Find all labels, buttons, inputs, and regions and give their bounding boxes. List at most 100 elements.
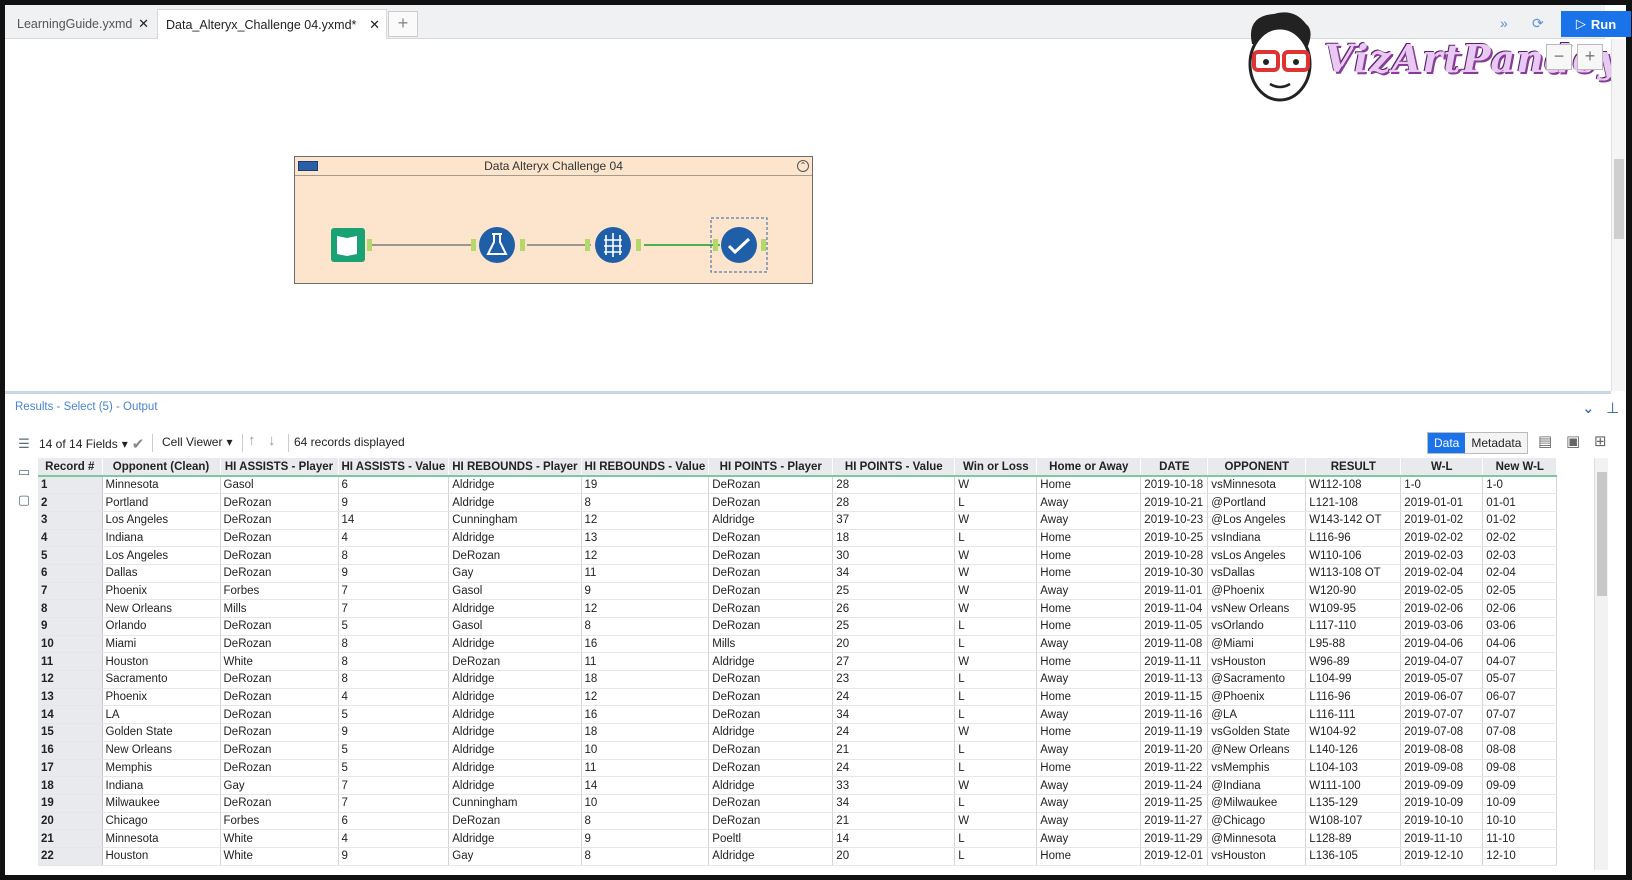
table-cell[interactable]: L xyxy=(954,635,1038,654)
table-cell[interactable]: 2019-10-21 xyxy=(1140,493,1209,512)
table-cell[interactable]: Miami xyxy=(102,635,221,654)
table-cell[interactable]: White xyxy=(220,829,339,848)
table-cell[interactable]: 11 xyxy=(581,759,710,778)
canvas-scrollbar[interactable] xyxy=(1611,39,1625,391)
table-cell[interactable]: 18 xyxy=(581,723,710,742)
table-cell[interactable]: 24 xyxy=(832,759,956,778)
table-cell[interactable]: 03-06 xyxy=(1482,617,1558,636)
table-cell[interactable]: W112-108 xyxy=(1305,476,1402,495)
column-header[interactable]: HI REBOUNDS - Player xyxy=(448,458,582,477)
table-cell[interactable]: Phoenix xyxy=(102,688,221,707)
table-cell[interactable]: Gay xyxy=(448,564,582,583)
table-row[interactable]: 4 Indiana DeRozan 4 Aldridge 13 DeRozan 18 L Home… xyxy=(38,529,1558,548)
table-cell[interactable]: W xyxy=(954,582,1038,601)
table-cell[interactable]: 37 xyxy=(832,511,956,530)
table-row[interactable]: 10 Miami DeRozan 8 Aldridge 16 Mills 20 L Away 201… xyxy=(38,635,1558,654)
table-cell[interactable]: DeRozan xyxy=(220,688,339,707)
table-cell[interactable]: Minnesota xyxy=(102,829,221,848)
table-cell[interactable]: DeRozan xyxy=(448,546,582,565)
table-cell[interactable]: 21 xyxy=(832,741,956,760)
table-cell[interactable]: Away xyxy=(1036,776,1142,795)
table-cell[interactable]: DeRozan xyxy=(220,511,339,530)
record-number-cell[interactable]: 20 xyxy=(38,812,103,831)
table-cell[interactable]: L xyxy=(954,670,1038,689)
table-cell[interactable]: 20 xyxy=(832,635,956,654)
table-cell[interactable]: 9 xyxy=(581,829,710,848)
table-cell[interactable]: 2019-07-08 xyxy=(1400,723,1484,742)
table-cell[interactable]: Away xyxy=(1036,829,1142,848)
table-cell[interactable]: @Portland xyxy=(1207,493,1307,512)
table-cell[interactable]: Portland xyxy=(102,493,221,512)
pin-icon[interactable]: ⊥ xyxy=(1606,399,1619,417)
table-cell[interactable]: 2019-11-15 xyxy=(1140,688,1209,707)
table-cell[interactable]: DeRozan xyxy=(708,617,834,636)
table-row[interactable]: 18 Indiana Gay 7 Aldridge 14 Aldridge 33 W Away 20… xyxy=(38,776,1558,795)
table-row[interactable]: 22 Houston White 9 Gay 8 Aldridge 20 L Home 2019-1… xyxy=(38,847,1558,866)
table-cell[interactable]: Houston xyxy=(102,652,221,672)
table-cell[interactable]: 2019-02-02 xyxy=(1400,529,1484,548)
table-cell[interactable]: DeRozan xyxy=(708,599,834,618)
table-cell[interactable]: DeRozan xyxy=(220,759,339,778)
table-cell[interactable]: 2019-12-01 xyxy=(1140,847,1209,866)
record-number-cell[interactable]: 17 xyxy=(38,759,103,778)
table-cell[interactable]: Gasol xyxy=(448,582,582,601)
table-cell[interactable]: Away xyxy=(1036,794,1142,813)
table-cell[interactable]: 08-08 xyxy=(1482,741,1558,760)
table-cell[interactable]: Away xyxy=(1036,670,1142,689)
table-cell[interactable]: DeRozan xyxy=(220,794,339,813)
table-cell[interactable]: 27 xyxy=(832,652,956,672)
table-cell[interactable]: 12 xyxy=(581,599,710,618)
table-cell[interactable]: Aldridge xyxy=(448,688,582,707)
column-header[interactable]: HI POINTS - Player xyxy=(708,458,834,477)
table-cell[interactable]: W143-142 OT xyxy=(1305,511,1402,530)
table-cell[interactable]: Gasol xyxy=(448,617,582,636)
table-cell[interactable]: DeRozan xyxy=(220,635,339,654)
table-cell[interactable]: Aldridge xyxy=(448,705,582,725)
table-cell[interactable]: Cunningham xyxy=(448,511,582,530)
table-cell[interactable]: 34 xyxy=(832,564,956,583)
container-header[interactable]: Data Alteryx Challenge 04 ⌃ xyxy=(295,157,812,176)
column-header[interactable]: Record # xyxy=(38,458,103,477)
table-cell[interactable]: 2019-10-18 xyxy=(1140,476,1209,495)
table-cell[interactable]: 12 xyxy=(581,546,710,565)
table-cell[interactable]: 24 xyxy=(832,688,956,707)
table-cell[interactable]: 2019-03-06 xyxy=(1400,617,1484,636)
table-cell[interactable]: New Orleans xyxy=(102,741,221,760)
table-cell[interactable]: 10 xyxy=(581,794,710,813)
table-row[interactable]: 12 Sacramento DeRozan 8 Aldridge 18 DeRozan 23 L… xyxy=(38,670,1558,689)
table-cell[interactable]: 16 xyxy=(581,635,710,654)
table-cell[interactable]: 2019-11-25 xyxy=(1140,794,1209,813)
table-cell[interactable]: 2019-02-06 xyxy=(1400,599,1484,618)
tab-learning-guide[interactable]: LearningGuide.yxmd ✕ xyxy=(9,9,155,39)
table-cell[interactable]: vsLos Angeles xyxy=(1207,546,1307,565)
record-number-cell[interactable]: 13 xyxy=(38,688,103,707)
table-cell[interactable]: 4 xyxy=(338,688,450,707)
output-icon[interactable]: ▢ xyxy=(16,492,32,508)
record-number-cell[interactable]: 3 xyxy=(38,511,103,530)
table-cell[interactable]: 2019-10-28 xyxy=(1140,546,1209,565)
record-number-cell[interactable]: 7 xyxy=(38,582,103,601)
table-cell[interactable]: W110-106 xyxy=(1305,546,1402,565)
table-cell[interactable]: L xyxy=(954,688,1038,707)
table-cell[interactable]: @Phoenix xyxy=(1207,688,1307,707)
checkmark-icon[interactable]: ✔ xyxy=(132,435,145,453)
table-row[interactable]: 1 Minnesota Gasol 6 Aldridge 19 DeRozan 28 W Home… xyxy=(38,476,1558,495)
column-header[interactable]: HI ASSISTS - Player xyxy=(220,458,339,477)
table-cell[interactable]: 7 xyxy=(338,776,450,795)
table-cell[interactable]: L136-105 xyxy=(1305,847,1402,866)
table-cell[interactable]: L116-111 xyxy=(1305,705,1402,725)
table-cell[interactable]: 2019-11-22 xyxy=(1140,759,1209,778)
table-row[interactable]: 8 New Orleans Mills 7 Aldridge 12 DeRozan 26 W Ho… xyxy=(38,599,1558,618)
cell-viewer-dropdown[interactable]: Cell Viewer ▾ xyxy=(162,435,233,449)
table-cell[interactable]: Aldridge xyxy=(448,670,582,689)
table-cell[interactable]: 2019-11-01 xyxy=(1140,582,1209,601)
table-cell[interactable]: 2019-10-25 xyxy=(1140,529,1209,548)
table-cell[interactable]: Indiana xyxy=(102,776,221,795)
table-cell[interactable]: 2019-11-04 xyxy=(1140,599,1209,618)
table-cell[interactable]: Home xyxy=(1036,617,1142,636)
table-cell[interactable]: 9 xyxy=(338,564,450,583)
table-cell[interactable]: L116-96 xyxy=(1305,529,1402,548)
table-row[interactable]: 16 New Orleans DeRozan 5 Aldridge 10 DeRozan 21… xyxy=(38,741,1558,760)
table-cell[interactable]: vsHouston xyxy=(1207,652,1307,672)
table-row[interactable]: 5 Los Angeles DeRozan 8 DeRozan 12 DeRozan 30 W H… xyxy=(38,546,1558,565)
